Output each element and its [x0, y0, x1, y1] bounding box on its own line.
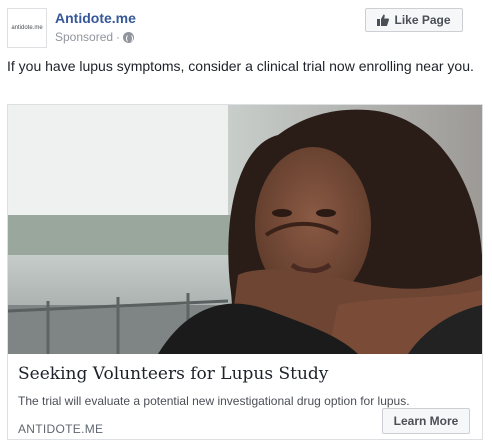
avatar-logo-text: antidote.me [11, 25, 43, 31]
post-meta: Sponsored · [55, 30, 135, 44]
post-header: antidote.me Antidote.me Sponsored · Like… [7, 8, 485, 50]
card-domain: ANTIDOTE.ME [18, 422, 104, 436]
sponsored-post: antidote.me Antidote.me Sponsored · Like… [0, 0, 492, 442]
page-name-link[interactable]: Antidote.me [55, 10, 136, 26]
card-footer[interactable]: Seeking Volunteers for Lupus Study The t… [8, 354, 482, 439]
sponsored-label[interactable]: Sponsored [55, 30, 113, 44]
thumbs-up-icon [377, 14, 390, 26]
globe-icon[interactable] [123, 31, 135, 43]
page-avatar[interactable]: antidote.me [7, 8, 47, 48]
like-page-label: Like Page [394, 13, 451, 27]
link-card[interactable]: Seeking Volunteers for Lupus Study The t… [7, 104, 483, 440]
meta-separator: · [116, 30, 121, 44]
learn-more-button[interactable]: Learn More [382, 408, 470, 434]
card-title[interactable]: Seeking Volunteers for Lupus Study [18, 364, 328, 384]
card-description: The trial will evaluate a potential new … [18, 394, 410, 408]
learn-more-label: Learn More [393, 414, 459, 428]
woman-photo [8, 105, 482, 354]
post-text: If you have lupus symptoms, consider a c… [7, 58, 474, 74]
like-page-button[interactable]: Like Page [365, 8, 463, 32]
card-image[interactable] [8, 105, 482, 354]
